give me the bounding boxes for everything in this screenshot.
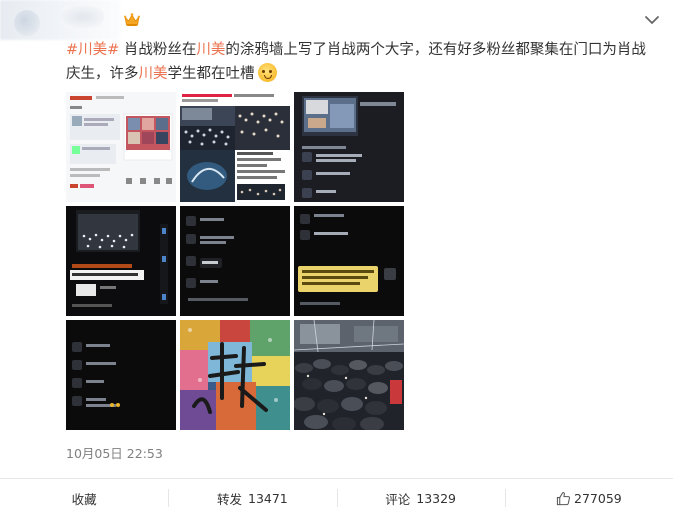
comment-label: 评论	[385, 491, 411, 507]
repost-count: 13471	[248, 490, 288, 506]
chevron-down-icon[interactable]	[644, 14, 660, 26]
thumbs-up-icon	[556, 491, 571, 505]
hashtag-link[interactable]: #川美#	[66, 42, 119, 58]
repost-label: 转发	[216, 491, 242, 507]
post-text: #川美# 肖战粉丝在川美的涂鸦墙上写了肖战两个大字，还有好多粉丝都聚集在门口为肖…	[66, 38, 656, 86]
like-button[interactable]: 277059	[504, 479, 673, 517]
avatar-image[interactable]	[14, 10, 40, 36]
action-bar: 收藏 转发 13471 评论 13329 277059	[0, 479, 673, 517]
post-timestamp[interactable]: 10月05日 22:53	[66, 443, 163, 462]
image-5[interactable]	[180, 206, 290, 316]
post-text-segment: 学生都在吐槽	[167, 66, 255, 82]
image-8[interactable]	[180, 320, 290, 430]
username-blurred[interactable]	[60, 6, 104, 28]
image-4[interactable]	[66, 206, 176, 316]
location-link[interactable]: 川美	[196, 42, 225, 58]
comment-count: 13329	[416, 490, 457, 506]
repost-button[interactable]: 转发 13471	[168, 479, 336, 517]
image-7[interactable]	[66, 320, 176, 430]
crown-icon	[124, 13, 140, 26]
image-6[interactable]	[294, 206, 404, 316]
collect-label: 收藏	[71, 491, 97, 507]
image-2[interactable]	[180, 92, 290, 202]
location-link[interactable]: 川美	[139, 66, 168, 82]
image-1[interactable]	[66, 92, 176, 202]
like-count: 277059	[574, 490, 622, 506]
comment-button[interactable]: 评论 13329	[336, 479, 505, 517]
post-text-segment: 肖战粉丝在	[119, 42, 197, 58]
collect-button[interactable]: 收藏	[0, 479, 168, 517]
image-grid	[66, 92, 406, 432]
image-3[interactable]	[294, 92, 404, 202]
image-9[interactable]	[294, 320, 404, 430]
post-header	[0, 0, 673, 40]
emoji-icon	[257, 63, 277, 82]
